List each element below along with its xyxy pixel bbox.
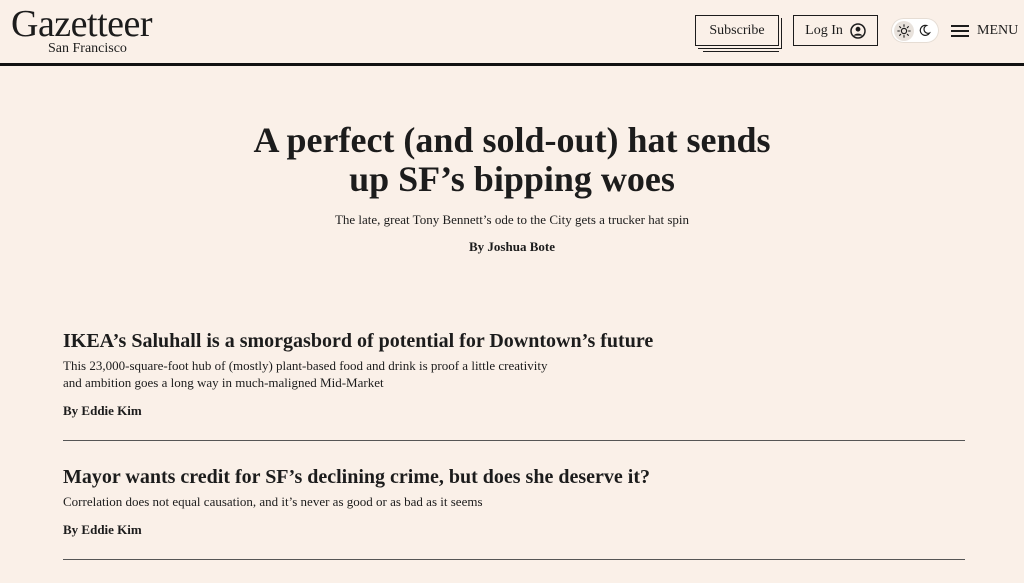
moon-icon bbox=[919, 24, 931, 36]
story-dek: Correlation does not equal causation, an… bbox=[63, 494, 483, 509]
dark-mode-option[interactable] bbox=[914, 21, 934, 41]
site-header: Gazetteer San Francisco Subscribe Log In bbox=[0, 0, 1024, 66]
logo-title: Gazetteer bbox=[11, 3, 153, 45]
menu-button[interactable]: MENU bbox=[951, 20, 1018, 42]
story-item: IKEA’s Saluhall is a smorgasbord of pote… bbox=[63, 328, 965, 441]
lead-headline[interactable]: A perfect (and sold-out) hat sends up SF… bbox=[252, 121, 772, 199]
menu-label: MENU bbox=[977, 23, 1019, 38]
site-logo[interactable]: Gazetteer San Francisco bbox=[11, 3, 153, 56]
story-item: Mayor wants credit for SF’s declining cr… bbox=[63, 464, 965, 560]
theme-toggle[interactable] bbox=[891, 18, 939, 43]
login-button[interactable]: Log In bbox=[793, 15, 878, 46]
light-mode-option[interactable] bbox=[894, 20, 914, 41]
hamburger-icon bbox=[951, 25, 969, 37]
subscribe-button[interactable]: Subscribe bbox=[695, 15, 779, 46]
lead-story: A perfect (and sold-out) hat sends up SF… bbox=[0, 121, 1024, 255]
sun-icon bbox=[897, 23, 911, 38]
story-headline[interactable]: IKEA’s Saluhall is a smorgasbord of pote… bbox=[63, 328, 965, 354]
story-byline: By Eddie Kim bbox=[63, 403, 142, 418]
lead-subheadline: The late, great Tony Bennett’s ode to th… bbox=[334, 212, 690, 227]
story-headline[interactable]: Mayor wants credit for SF’s declining cr… bbox=[63, 464, 965, 490]
subscribe-decoration bbox=[703, 48, 779, 54]
story-list: IKEA’s Saluhall is a smorgasbord of pote… bbox=[63, 328, 965, 583]
lead-byline: By Joshua Bote bbox=[469, 239, 555, 254]
user-icon bbox=[850, 22, 866, 39]
login-label: Log In bbox=[805, 22, 843, 38]
story-byline: By Eddie Kim bbox=[63, 522, 142, 537]
story-dek: This 23,000-square-foot hub of (mostly) … bbox=[63, 358, 548, 390]
